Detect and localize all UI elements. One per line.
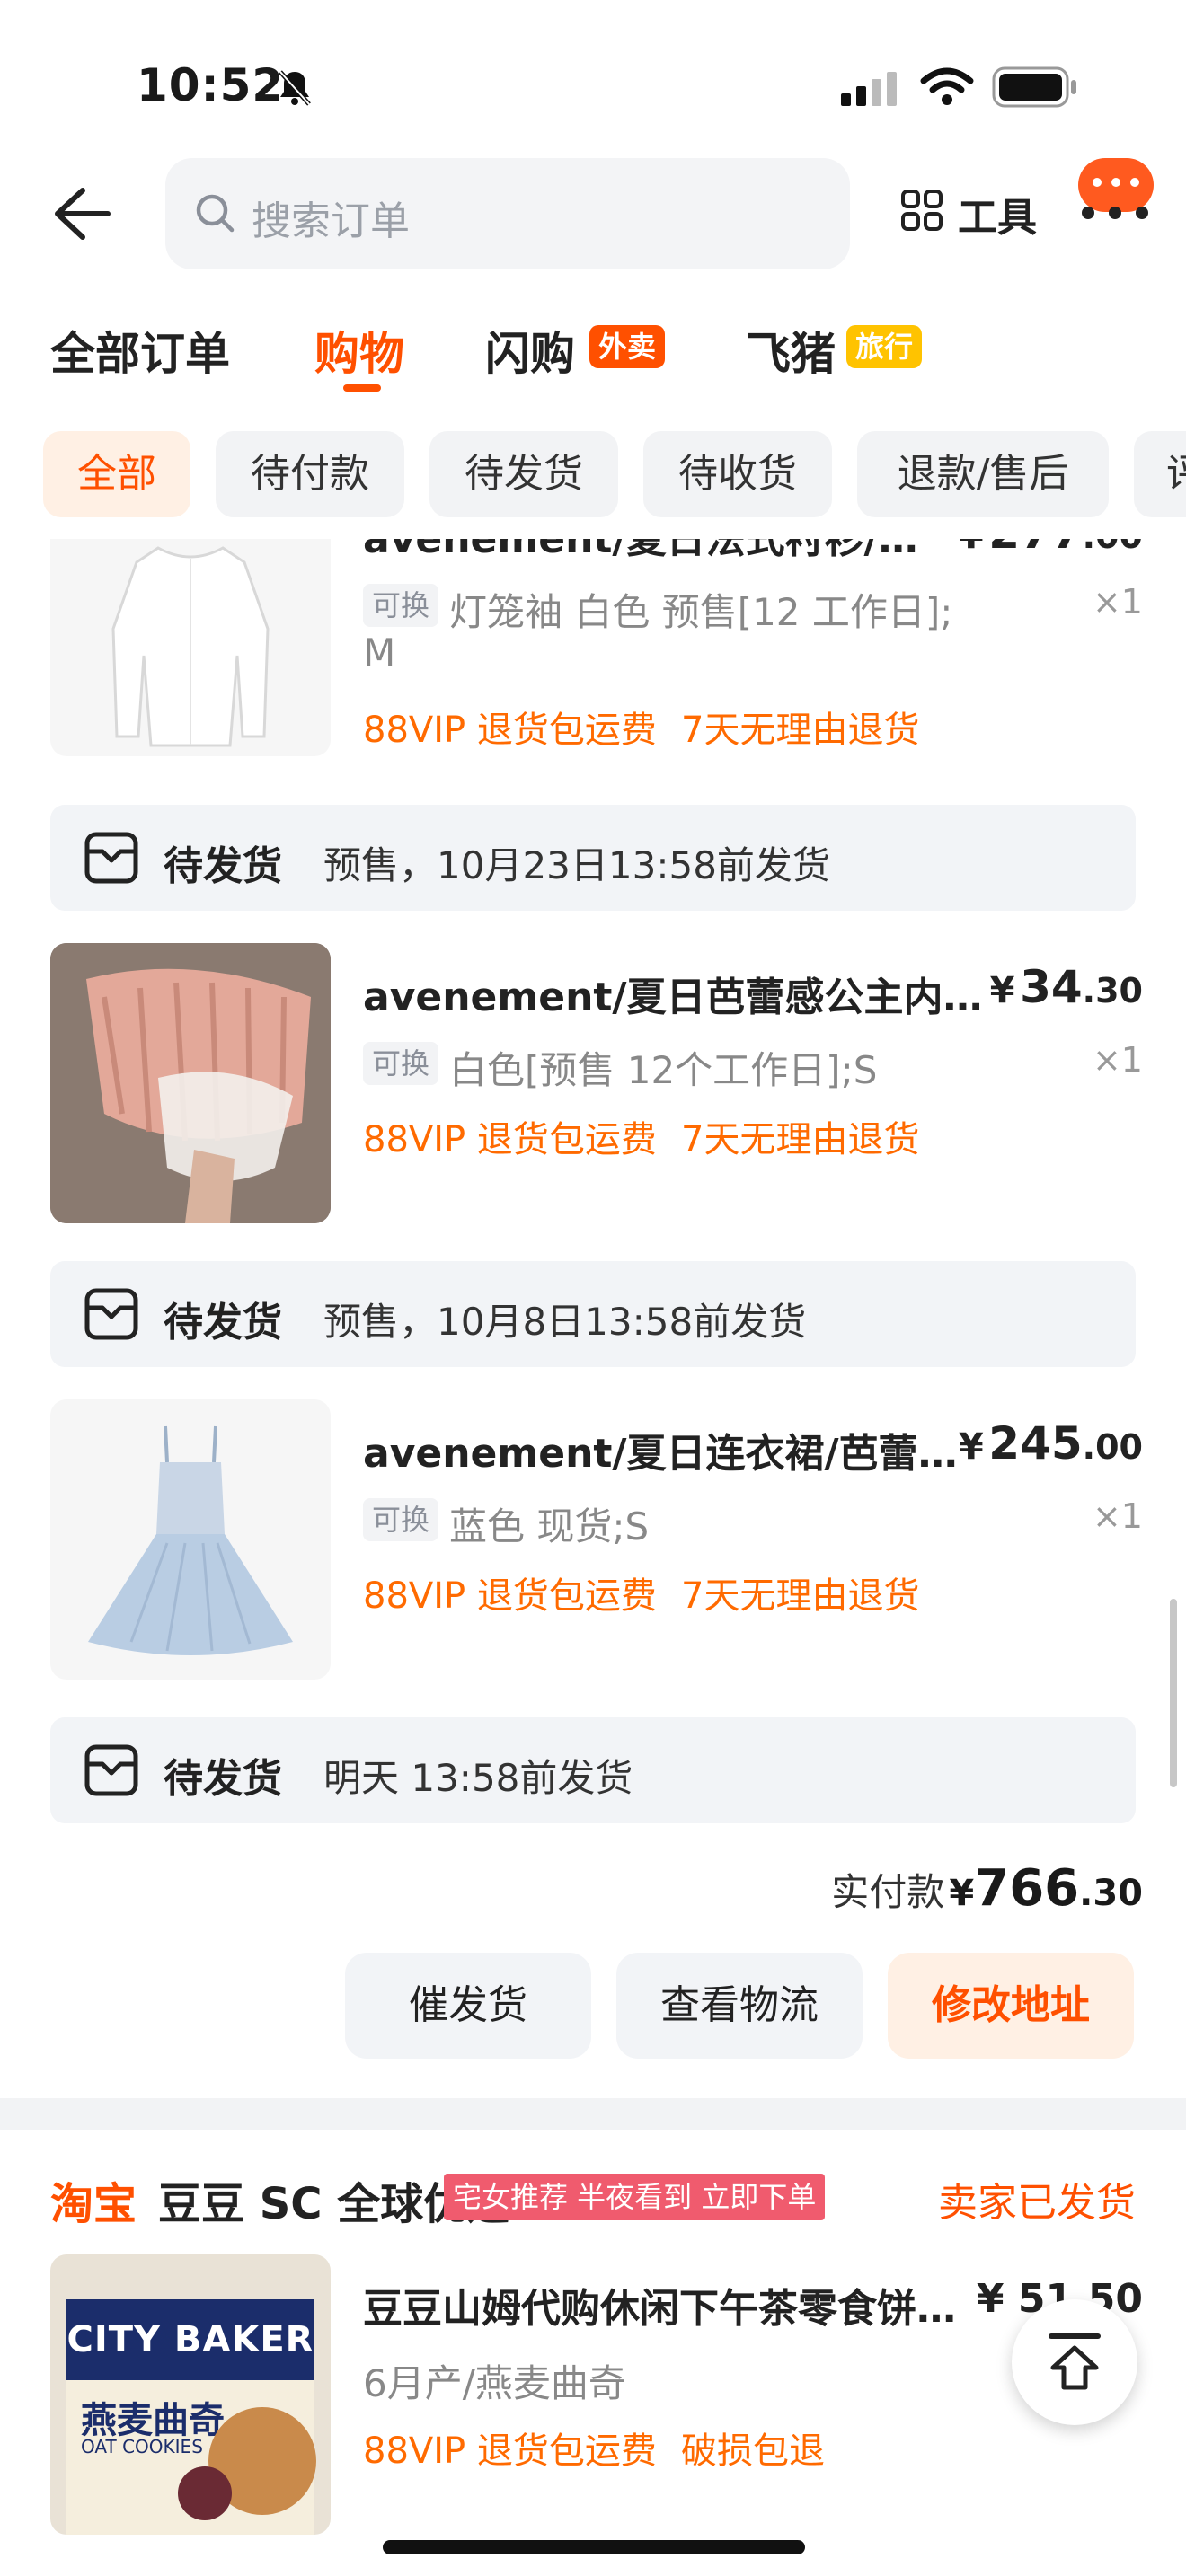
perk-free-return-shipping: 88VIP 退货包运费 (363, 1575, 657, 1617)
total-label: 实付款 (831, 1870, 945, 1914)
promo-banner[interactable]: 宅女推荐 半夜看到 立即下单 (444, 2174, 826, 2220)
package-icon (84, 1744, 138, 1796)
package-icon (84, 832, 138, 884)
chat-bubble-icon[interactable] (1078, 158, 1154, 212)
shipping-status[interactable]: 待发货 明天 13:58前发货 (50, 1717, 1136, 1823)
back-to-top-button[interactable] (1012, 2299, 1137, 2425)
order-total: 实付款 ¥766.30 (831, 1859, 1143, 1918)
filter-review[interactable]: 评 (1134, 431, 1186, 517)
product-qty: ×1 (1092, 582, 1143, 622)
tab-shopping[interactable]: 购物 (314, 318, 404, 383)
modify-address-button[interactable]: 修改地址 (888, 1953, 1134, 2059)
shipping-status[interactable]: 待发货 预售，10月8日13:58前发货 (50, 1261, 1136, 1367)
perk-7day-return: 7天无理由退货 (681, 1575, 920, 1617)
perk-free-return-shipping: 88VIP 退货包运费 (363, 1119, 657, 1160)
product-qty: ×1 (1092, 1496, 1143, 1536)
product-spec: 灯笼袖 白色 预售[12 工作日]; (449, 590, 953, 634)
product-title[interactable]: avenement/夏日芭蕾感公主内… (363, 965, 983, 1022)
search-icon (196, 194, 235, 233)
product-image-dress[interactable] (50, 1399, 331, 1680)
active-tab-indicator (343, 384, 381, 392)
bell-muted-icon (279, 70, 311, 106)
shipping-label: 待发货 (164, 1756, 282, 1802)
product-spec: 6月产/燕麦曲奇 (363, 2361, 626, 2405)
more-icon[interactable] (1082, 207, 1154, 221)
perk-free-return-shipping: 88VIP 退货包运费 (363, 2430, 657, 2472)
shipping-text: 预售，10月23日13:58前发货 (323, 843, 830, 887)
shipping-text: 预售，10月8日13:58前发货 (323, 1300, 807, 1344)
tools-label: 工具 (958, 195, 1037, 241)
product-spec: 白色[预售 12个工作日];S (449, 1048, 878, 1092)
order-card: 淘宝 豆豆 SC 全球优选 宅女推荐 半夜看到 立即下单 卖家已发货 CITY … (0, 2130, 1186, 2576)
product-image-petticoat[interactable] (50, 943, 331, 1223)
product-price: ¥ 277.00 (959, 539, 1143, 559)
box-sub: OAT COOKIES (81, 2436, 203, 2457)
exchangeable-tag: 可换 (363, 1498, 439, 1541)
filter-refund[interactable]: 退款/售后 (857, 431, 1109, 517)
tools-button[interactable]: 工具 (900, 185, 1044, 241)
product-qty: ×1 (1092, 1040, 1143, 1080)
platform-label: 淘宝 (50, 2179, 137, 2229)
tab-fliggy[interactable]: 飞猪 (746, 318, 836, 383)
product-price: ¥ 245.00 (958, 1417, 1143, 1469)
view-logistics-button[interactable]: 查看物流 (616, 1953, 863, 2059)
perk-7day-return: 7天无理由退货 (681, 1119, 920, 1160)
product-title[interactable]: avenement/夏日连衣裙/芭蕾… (363, 1421, 958, 1478)
filter-pending-receipt[interactable]: 待收货 (643, 431, 832, 517)
arrow-up-icon (1049, 2333, 1101, 2390)
exchangeable-tag: 可换 (363, 1042, 439, 1085)
box-brand: CITY BAKER (66, 2299, 314, 2380)
shipping-status[interactable]: 待发货 预售，10月23日13:58前发货 (50, 805, 1136, 911)
filter-pending-payment[interactable]: 待付款 (216, 431, 404, 517)
product-spec-size: M (363, 631, 396, 675)
signal-icon (841, 72, 897, 106)
order-divider (0, 2098, 1186, 2130)
shipping-label: 待发货 (164, 843, 282, 889)
shipping-text: 明天 13:58前发货 (323, 1756, 633, 1800)
search-placeholder: 搜索订单 (252, 198, 410, 244)
product-image-blouse[interactable] (50, 539, 331, 756)
takeout-badge: 外卖 (589, 325, 666, 368)
package-icon (84, 1288, 138, 1340)
status-time: 10:52 (137, 59, 285, 111)
filter-pending-shipment[interactable]: 待发货 (429, 431, 618, 517)
berry-graphic (178, 2466, 232, 2520)
grid-icon (901, 190, 943, 231)
product-image-cookies[interactable]: CITY BAKER 燕麦曲奇 OAT COOKIES (50, 2254, 331, 2535)
search-input[interactable]: 搜索订单 (165, 158, 850, 269)
shipping-label: 待发货 (164, 1300, 282, 1345)
travel-badge: 旅行 (846, 325, 923, 368)
total-amount: 766 (974, 1859, 1080, 1918)
filter-all[interactable]: 全部 (43, 431, 190, 517)
product-title[interactable]: 豆豆山姆代购休闲下午茶零食饼… (363, 2276, 956, 2333)
tab-flash[interactable]: 闪购 (485, 318, 575, 383)
home-indicator[interactable] (383, 2540, 805, 2554)
wifi-icon (920, 67, 974, 105)
tab-all-orders[interactable]: 全部订单 (50, 318, 230, 383)
perk-damage-refund: 破损包退 (681, 2430, 825, 2472)
exchangeable-tag: 可换 (363, 584, 439, 627)
scrollbar[interactable] (1170, 1599, 1177, 1787)
battery-icon (992, 66, 1076, 108)
product-spec: 蓝色 现货;S (449, 1504, 650, 1548)
perk-free-return-shipping: 88VIP 退货包运费 (363, 710, 657, 751)
back-arrow-icon[interactable] (50, 185, 113, 243)
perk-7day-return: 7天无理由退货 (681, 710, 920, 751)
product-title[interactable]: avenement/夏日法式衬衫/… (363, 539, 918, 564)
urge-shipment-button[interactable]: 催发货 (345, 1953, 591, 2059)
product-price: ¥ 34.30 (989, 961, 1143, 1013)
order-status: 卖家已发货 (938, 2180, 1136, 2226)
